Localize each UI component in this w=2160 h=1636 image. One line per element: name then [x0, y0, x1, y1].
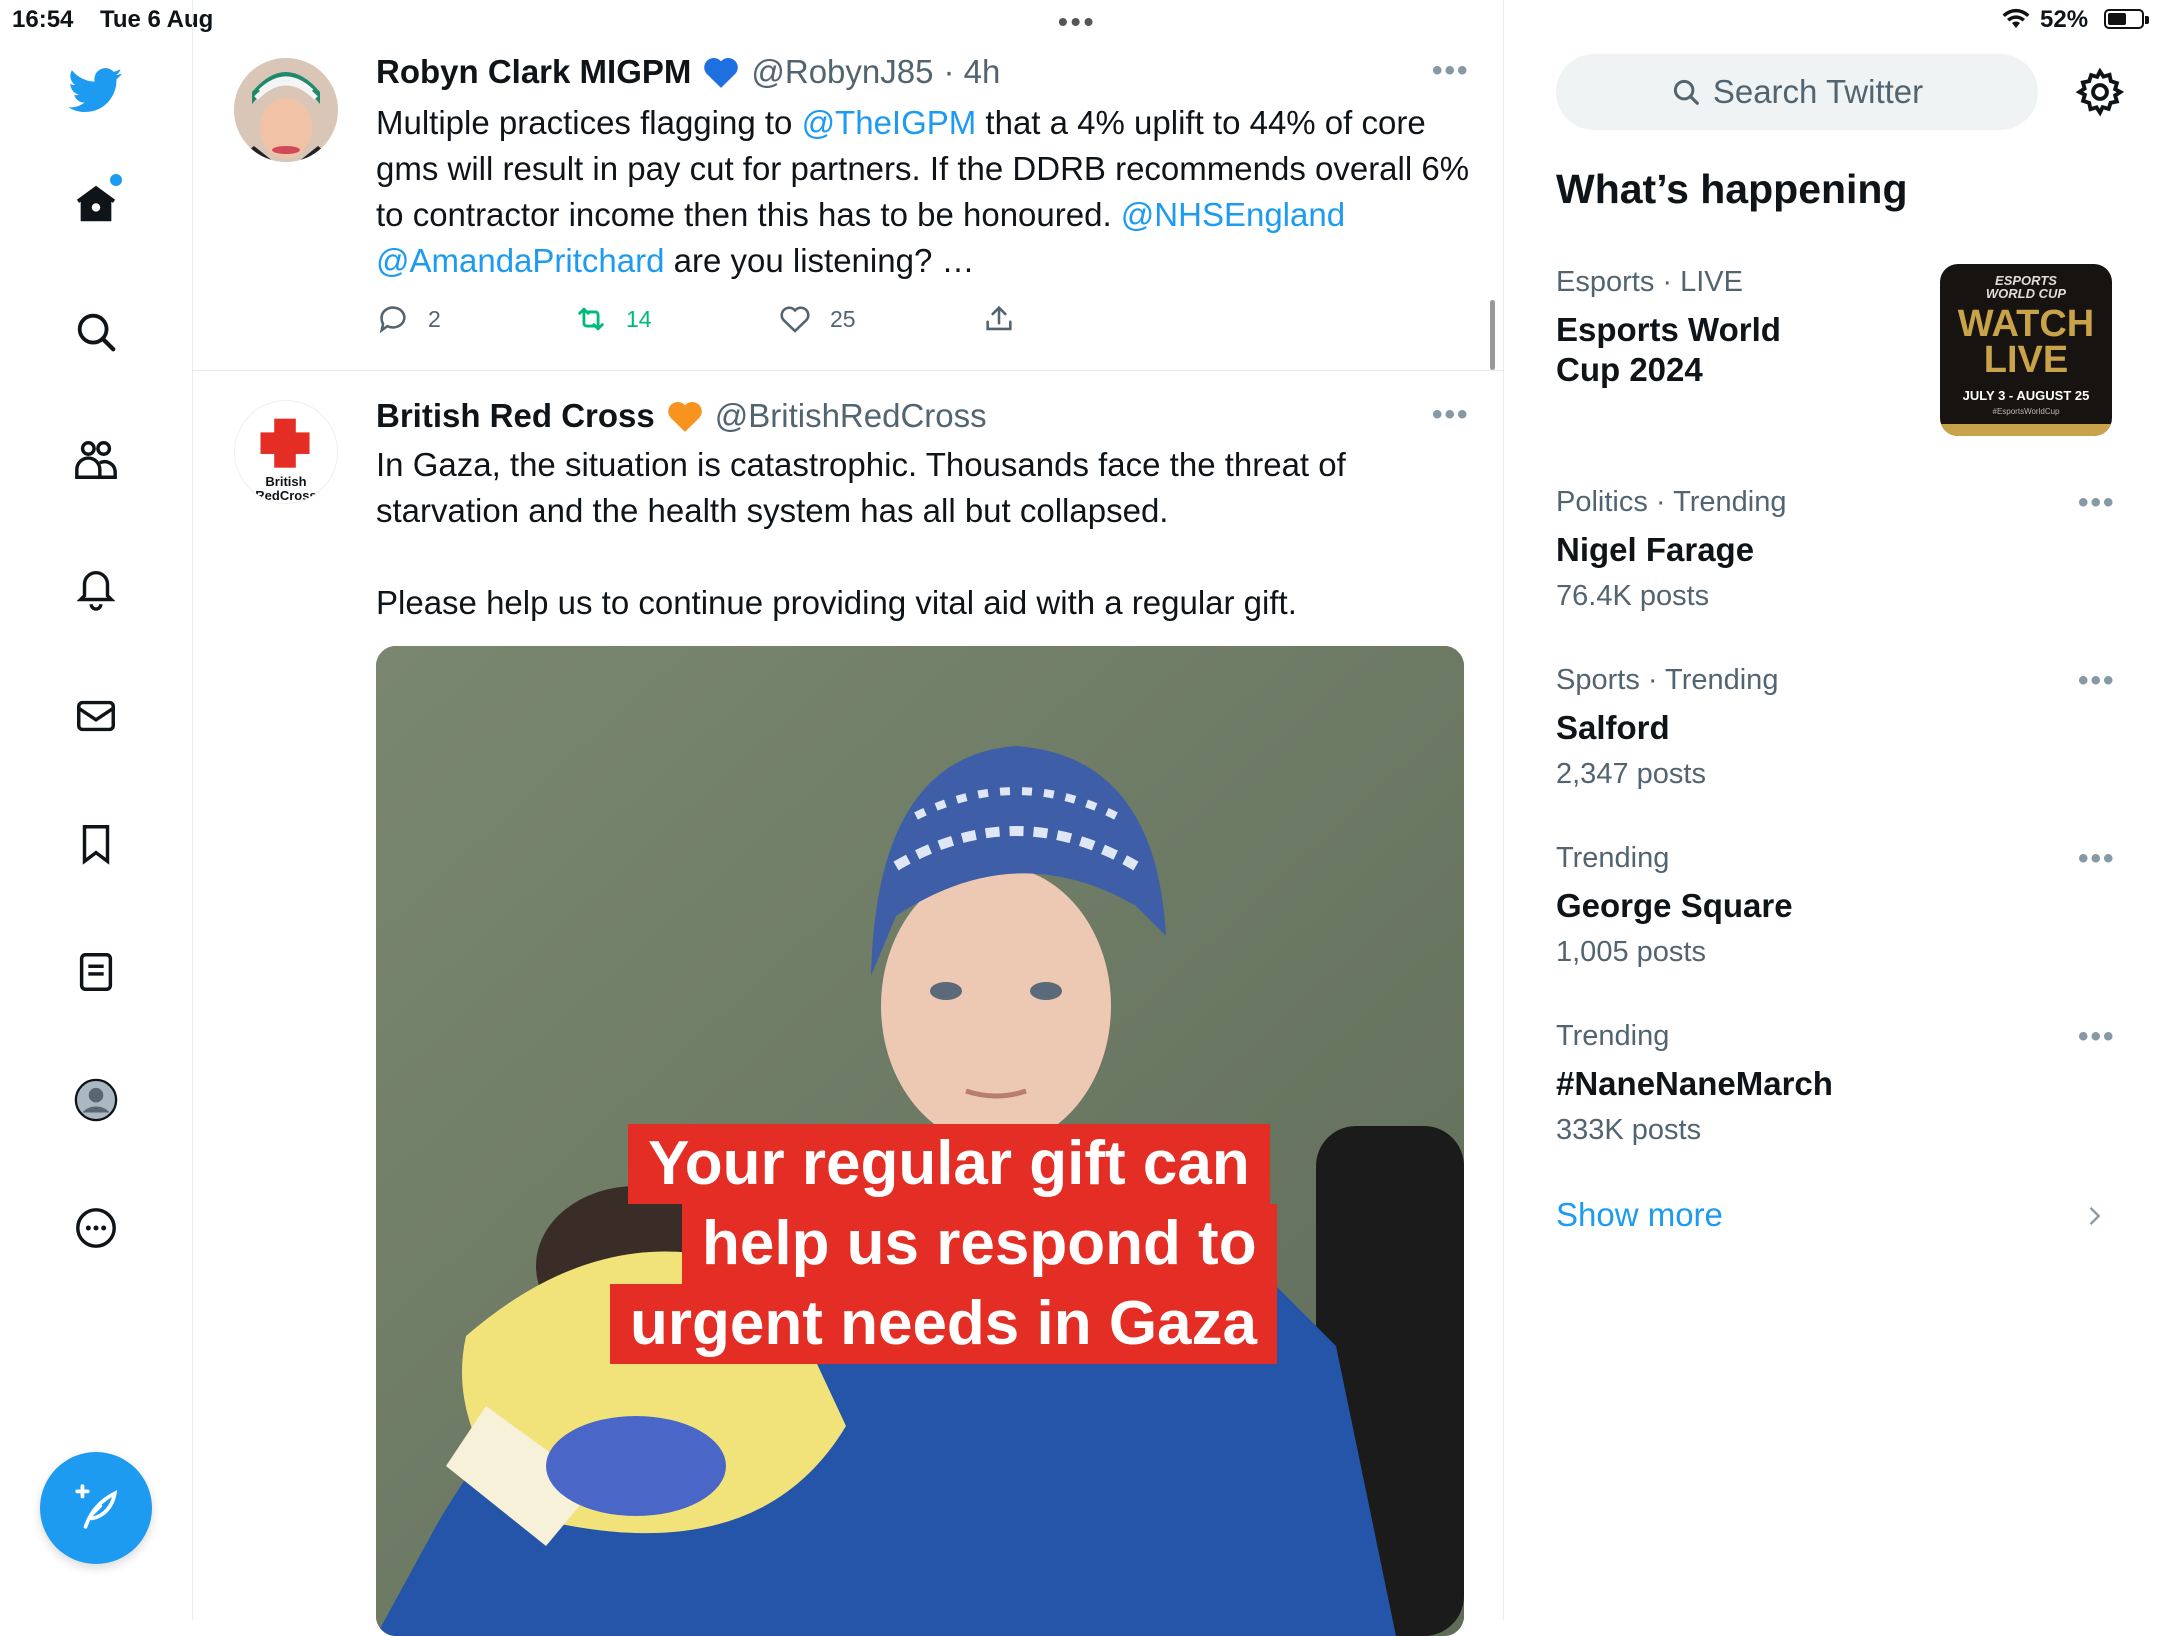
- mention-link[interactable]: @NHSEngland: [1121, 196, 1345, 233]
- trend-name: Nigel Farage: [1556, 531, 1755, 568]
- retweet-count: 14: [626, 305, 652, 332]
- share-button[interactable]: [982, 302, 1016, 336]
- image-overlay-text: urgent needs in Gaza: [610, 1284, 1278, 1364]
- live-status: · LIVE: [1662, 266, 1743, 298]
- trend-more-options-icon[interactable]: •••: [2078, 664, 2116, 698]
- search-icon: [1673, 79, 1699, 105]
- twitter-logo-icon[interactable]: [64, 58, 128, 122]
- orange-heart-icon: [667, 401, 702, 432]
- thumb-text: WATCH: [1957, 303, 2095, 345]
- avatar[interactable]: [234, 58, 338, 162]
- blue-heart-icon: [704, 57, 739, 88]
- more-options-icon[interactable]: [64, 1196, 128, 1260]
- trend-name: Esports World Cup 2024: [1556, 310, 1856, 390]
- trend-category: Esports: [1556, 266, 1655, 298]
- image-overlay-text: Your regular gift can: [628, 1124, 1270, 1204]
- explore-search-icon[interactable]: [64, 300, 128, 364]
- reply-icon: [379, 306, 406, 334]
- trend-more-options-icon[interactable]: •••: [2078, 486, 2116, 520]
- notifications-bell-icon[interactable]: [64, 556, 128, 620]
- avatar-label: RedCross: [255, 488, 317, 503]
- avatar[interactable]: British RedCross: [234, 400, 338, 504]
- tweet-author-handle[interactable]: @BritishRedCross: [715, 397, 987, 435]
- tweet-author-handle[interactable]: @RobynJ85: [751, 53, 933, 91]
- trend-meta: Esports · LIVE: [1556, 266, 1743, 299]
- whats-happening-title: What’s happening: [1556, 166, 1908, 212]
- share-icon: [986, 305, 1012, 331]
- trend-more-options-icon[interactable]: •••: [2078, 842, 2116, 876]
- trend-name: #NaneNaneMarch: [1556, 1065, 1833, 1102]
- mention-link[interactable]: @TheIGPM: [802, 104, 977, 141]
- tweet-text-segment: Multiple practices flagging to: [376, 104, 802, 141]
- communities-icon[interactable]: [64, 428, 128, 492]
- trend-post-count: 333K posts: [1556, 1114, 1702, 1146]
- battery-percent: 52%: [2040, 6, 2089, 33]
- wifi-icon: [2002, 8, 2030, 28]
- left-navigation: [0, 0, 193, 1620]
- tweet-text: In Gaza, the situation is catastrophic. …: [376, 446, 1346, 529]
- trend-name: Salford: [1556, 709, 1670, 746]
- thumb-dates: JULY 3 - AUGUST 25: [1962, 388, 2090, 403]
- thumb-text: WORLD CUP: [1985, 286, 2067, 301]
- thumb-tag: #EsportsWorldCup: [1992, 407, 2060, 416]
- trend-post-count: 1,005 posts: [1556, 936, 1706, 968]
- like-count: 25: [830, 305, 856, 332]
- home-icon[interactable]: [64, 172, 128, 236]
- tweet-media-image[interactable]: Your regular gift can help us respond to…: [376, 646, 1464, 1636]
- messages-mail-icon[interactable]: [64, 684, 128, 748]
- trend-name: George Square: [1556, 887, 1793, 924]
- trend-meta: Sports · Trending: [1556, 664, 1779, 696]
- show-more-link[interactable]: Show more: [1556, 1196, 1723, 1234]
- image-overlay-text: help us respond to: [682, 1204, 1277, 1284]
- retweet-icon: [578, 307, 604, 331]
- tweet-more-options-icon[interactable]: •••: [1432, 54, 1470, 88]
- trend-name-line: Cup 2024: [1556, 351, 1703, 388]
- chevron-right-icon[interactable]: [2080, 1202, 2108, 1230]
- tweet-text: Please help us to continue providing vit…: [376, 584, 1297, 621]
- bookmarks-icon[interactable]: [64, 812, 128, 876]
- trend-meta: Trending: [1556, 1020, 1670, 1052]
- avatar-label: British: [265, 474, 307, 489]
- search-input[interactable]: Search Twitter: [1556, 54, 2038, 130]
- reply-count: 2: [428, 305, 441, 332]
- timeline-scrollbar[interactable]: [1490, 300, 1495, 370]
- notification-dot: [110, 174, 122, 186]
- mention-link[interactable]: @AmandaPritchard: [376, 242, 664, 279]
- retweet-button[interactable]: 14: [574, 302, 652, 336]
- lists-icon[interactable]: [64, 940, 128, 1004]
- trend-post-count: 76.4K posts: [1556, 580, 1710, 612]
- profile-avatar-icon[interactable]: [64, 1068, 128, 1132]
- trend-more-options-icon[interactable]: •••: [2078, 1020, 2116, 1054]
- tweet-timestamp[interactable]: · 4h: [943, 53, 1000, 91]
- tweet-divider: [193, 370, 1503, 371]
- tweet-more-options-icon[interactable]: •••: [1432, 398, 1470, 432]
- heart-icon: [780, 306, 810, 333]
- trend-meta: Politics · Trending: [1556, 486, 1787, 518]
- trend-post-count: 2,347 posts: [1556, 758, 1706, 790]
- trend-name-line: Esports World: [1556, 311, 1781, 348]
- settings-gear-icon[interactable]: [2074, 66, 2126, 118]
- compose-feather-icon: [75, 1484, 118, 1529]
- tweet-text-segment: are you listening? …: [664, 242, 975, 279]
- reply-button[interactable]: 2: [376, 302, 441, 336]
- tweet-author-name[interactable]: Robyn Clark MIGPM: [376, 53, 691, 91]
- like-button[interactable]: 25: [778, 302, 856, 336]
- esports-thumbnail[interactable]: ESPORTS WORLD CUP WATCH LIVE JULY 3 - AU…: [1940, 264, 2112, 436]
- trend-meta: Trending: [1556, 842, 1670, 874]
- compose-tweet-button[interactable]: [40, 1452, 152, 1564]
- search-placeholder: Search Twitter: [1712, 73, 1924, 110]
- tweet-author-name[interactable]: British Red Cross: [376, 397, 655, 435]
- tweet-text: Multiple practices flagging to @TheIGPM …: [376, 100, 1476, 284]
- thumb-text: LIVE: [1983, 339, 2069, 381]
- battery-icon: [2104, 9, 2149, 29]
